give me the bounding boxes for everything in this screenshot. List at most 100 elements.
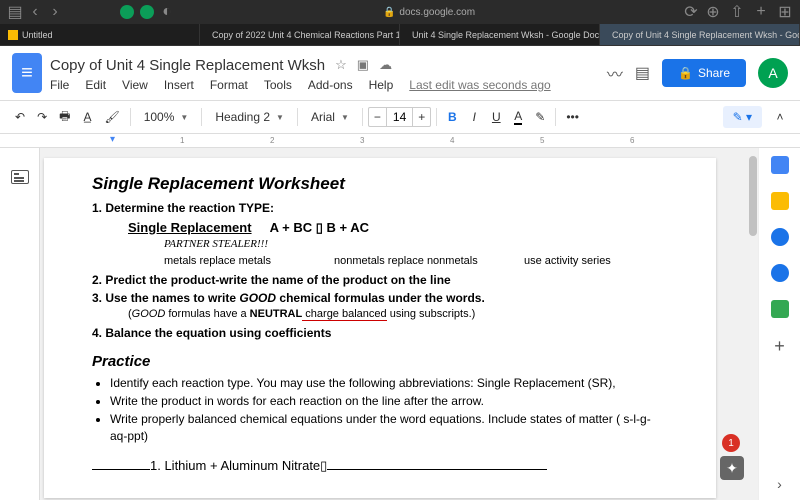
menu-format[interactable]: Format [210, 78, 248, 92]
user-avatar[interactable]: A [758, 58, 788, 88]
underline-button[interactable]: U [486, 106, 506, 128]
italic-button[interactable]: I [464, 106, 484, 128]
replace-metals: metals replace metals [164, 254, 334, 269]
extension-shield-icon[interactable]: ◐ [160, 5, 174, 19]
docs-logo-icon[interactable]: ≡ [12, 53, 42, 93]
fontsize-decrease[interactable]: − [369, 108, 386, 126]
comments-icon[interactable]: ▤ [635, 63, 650, 83]
document-page[interactable]: Single Replacement Worksheet 1. Determin… [44, 158, 716, 498]
menu-bar: File Edit View Insert Format Tools Add-o… [50, 78, 599, 92]
forward-icon[interactable]: › [48, 5, 62, 19]
tasks-icon[interactable] [771, 228, 789, 246]
trend-icon[interactable]: 〰 [607, 61, 623, 85]
good-formula-note: (GOOD formulas have a NEUTRAL charge bal… [92, 307, 668, 322]
zoom-select[interactable]: 100%▼ [136, 107, 197, 127]
new-tab-icon[interactable]: + [754, 5, 768, 19]
menu-insert[interactable]: Insert [164, 78, 194, 92]
fontsize-increase[interactable]: + [413, 108, 430, 126]
tab-reactions[interactable]: Copy of 2022 Unit 4 Chemical Reactions P… [200, 24, 400, 45]
back-icon[interactable]: ‹ [28, 5, 42, 19]
undo-icon[interactable]: ↶ [10, 106, 30, 128]
maps-icon[interactable] [771, 300, 789, 318]
tab-copy-wksh[interactable]: Copy of Unit 4 Single Replacement Wksh -… [600, 24, 800, 45]
step-2: 2. Predict the product-write the name of… [92, 272, 668, 289]
notification-badge[interactable]: 1 [722, 434, 740, 452]
ruler-tick: 6 [630, 136, 634, 145]
extension-grammarly-icon[interactable] [140, 5, 154, 19]
indent-marker-icon[interactable]: ▾ [110, 134, 115, 145]
caret-icon: ▼ [276, 113, 284, 122]
menu-help[interactable]: Help [369, 78, 394, 92]
spellcheck-icon[interactable]: A̲ [77, 106, 97, 128]
url-bar[interactable]: 🔒 docs.google.com [182, 7, 676, 18]
text-color-button[interactable]: A [508, 105, 528, 129]
tab-label: Untitled [22, 30, 53, 40]
reload-icon[interactable]: ⟳ [684, 5, 698, 19]
font-select[interactable]: Arial▼ [303, 107, 357, 127]
sr-label: Single Replacement [128, 220, 252, 235]
formatting-toolbar: ↶ ↷ 🖶 A̲ 🖌 100%▼ Heading 2 ▼ Arial▼ − 14 … [0, 100, 800, 134]
tab-label: Copy of 2022 Unit 4 Chemical Reactions P… [212, 30, 400, 40]
bold-button[interactable]: B [442, 106, 462, 128]
last-edit-link[interactable]: Last edit was seconds ago [409, 78, 550, 92]
bullet-2: Write the product in words for each reac… [110, 393, 668, 410]
partner-text: PARTNER STEALER!!! [92, 237, 668, 252]
menu-file[interactable]: File [50, 78, 69, 92]
bullet-3: Write properly balanced chemical equatio… [110, 411, 668, 445]
tab-untitled[interactable]: Untitled [0, 24, 200, 45]
vertical-scrollbar[interactable] [748, 148, 758, 500]
print-icon[interactable]: 🖶 [54, 103, 75, 132]
font-value: Arial [311, 110, 335, 124]
ruler-tick: 5 [540, 136, 544, 145]
add-addon-icon[interactable]: + [774, 336, 785, 357]
ruler-tick: 3 [360, 136, 364, 145]
replace-rules: metals replace metals nonmetals replace … [92, 254, 668, 269]
tabs-icon[interactable]: ⊞ [778, 5, 792, 19]
horizontal-ruler[interactable]: ▾ 1 2 3 4 5 6 [0, 134, 800, 148]
menu-addons[interactable]: Add-ons [308, 78, 353, 92]
answer-blank [327, 469, 547, 470]
share-browser-icon[interactable]: ⇧ [730, 5, 744, 19]
style-value: Heading 2 [215, 110, 270, 124]
scroll-thumb[interactable] [749, 156, 757, 236]
more-button[interactable]: ••• [561, 106, 584, 128]
paint-format-icon[interactable]: 🖌 [99, 106, 124, 128]
doc-icon [8, 30, 18, 40]
download-icon[interactable]: ⊕ [706, 5, 720, 19]
collapse-sidebar-icon[interactable]: › [777, 476, 782, 492]
redo-icon[interactable]: ↷ [32, 106, 52, 128]
step-4: 4. Balance the equation using coefficien… [92, 325, 668, 342]
worksheet-title: Single Replacement Worksheet [92, 172, 668, 196]
ruler-tick: 2 [270, 136, 274, 145]
fontsize-stepper: − 14 + [368, 107, 431, 127]
collapse-toolbar-icon[interactable]: ˄ [770, 106, 790, 128]
keep-icon[interactable] [771, 192, 789, 210]
style-select[interactable]: Heading 2 ▼ [207, 107, 292, 127]
sidebar-toggle-icon[interactable]: ▤ [8, 5, 22, 19]
explore-button[interactable]: ✦ [720, 456, 744, 480]
menu-view[interactable]: View [122, 78, 148, 92]
step-1: 1. Determine the reaction TYPE: [92, 200, 668, 217]
move-folder-icon[interactable]: ▣ [357, 57, 369, 73]
editing-mode-button[interactable]: ✎ ▾ [723, 106, 762, 128]
cloud-status-icon[interactable]: ☁ [379, 57, 392, 73]
highlight-button[interactable]: ✎ [530, 106, 550, 128]
contacts-icon[interactable] [771, 264, 789, 282]
calendar-icon[interactable] [771, 156, 789, 174]
fontsize-value[interactable]: 14 [386, 108, 413, 126]
star-icon[interactable]: ☆ [335, 57, 347, 73]
outline-icon[interactable] [11, 170, 29, 184]
activity-series: use activity series [524, 254, 611, 269]
extension-honey-icon[interactable] [120, 5, 134, 19]
document-title[interactable]: Copy of Unit 4 Single Replacement Wksh [50, 57, 325, 74]
url-text: docs.google.com [399, 7, 475, 18]
tab-wksh[interactable]: Unit 4 Single Replacement Wksh - Google … [400, 24, 600, 45]
share-button[interactable]: 🔒Share [662, 59, 746, 87]
menu-tools[interactable]: Tools [264, 78, 292, 92]
docs-header: ≡ Copy of Unit 4 Single Replacement Wksh… [0, 46, 800, 100]
sr-formula-line: Single Replacement A + BC ▯ B + AC [92, 219, 668, 237]
document-viewport[interactable]: Single Replacement Worksheet 1. Determin… [40, 148, 758, 500]
bullet-1: Identify each reaction type. You may use… [110, 375, 668, 392]
menu-edit[interactable]: Edit [85, 78, 106, 92]
tab-label: Copy of Unit 4 Single Replacement Wksh -… [612, 30, 800, 40]
